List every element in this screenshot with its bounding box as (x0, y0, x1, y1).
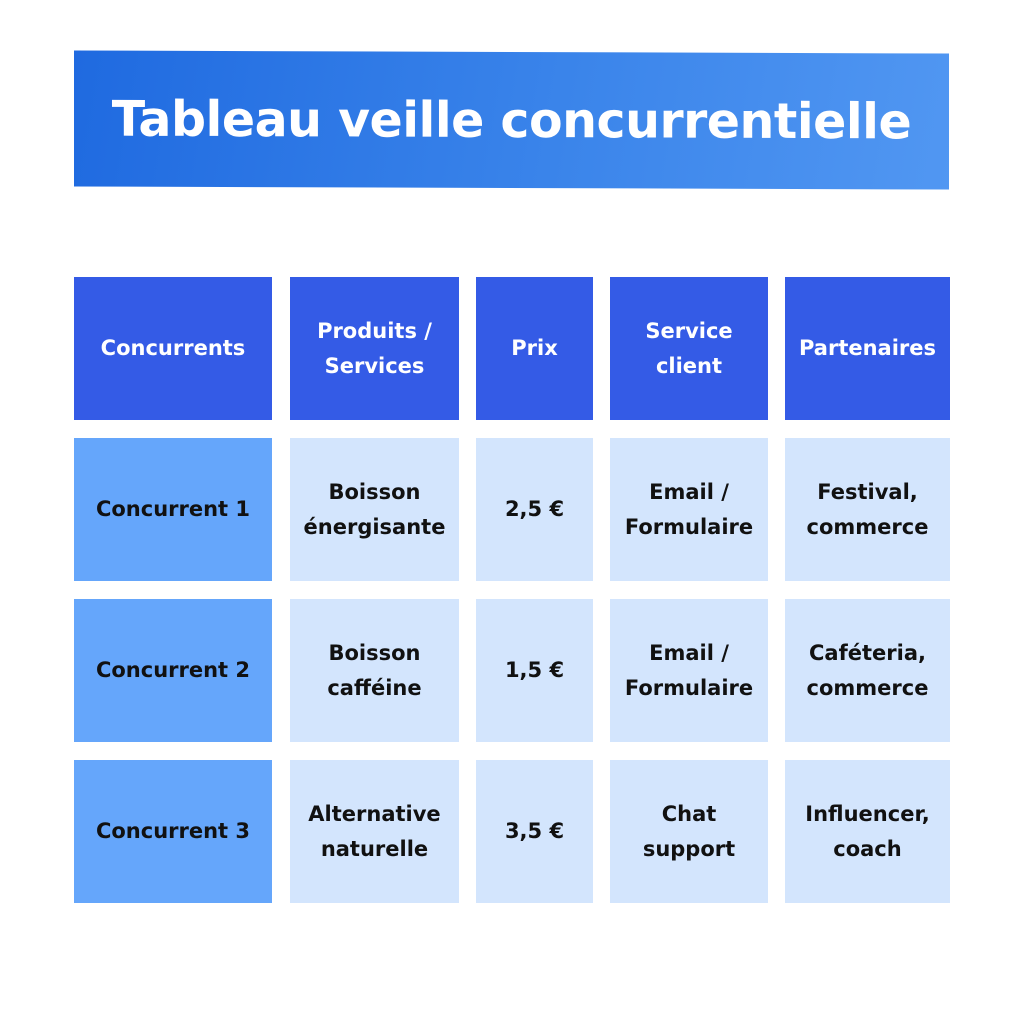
row-3-service: Chat support (610, 760, 768, 903)
header-label: Service client (645, 318, 733, 378)
row-2-partners: Caféteria, commerce (785, 599, 950, 742)
header-concurrents: Concurrents (74, 277, 272, 420)
row-1-competitor: Concurrent 1 (74, 438, 272, 581)
header-service-client: Service client (610, 277, 768, 420)
header-prix: Prix (476, 277, 593, 420)
header-partenaires: Partenaires (785, 277, 950, 420)
header-produits: Produits / Services (290, 277, 459, 420)
row-1-partners: Festival, commerce (785, 438, 950, 581)
row-3-competitor: Concurrent 3 (74, 760, 272, 903)
cell-text: 2,5 € (504, 497, 565, 521)
header-label: Partenaires (798, 336, 937, 360)
header-label: Produits / Services (317, 318, 432, 378)
row-2-competitor: Concurrent 2 (74, 599, 272, 742)
title-banner: Tableau veille concurrentielle (74, 50, 949, 190)
row-3-product: Alternative naturelle (290, 760, 459, 903)
cell-text: 1,5 € (504, 658, 565, 682)
header-label: Prix (511, 336, 558, 360)
row-3-partners: Influencer, coach (785, 760, 950, 903)
cell-text: Email / Formulaire (624, 479, 754, 539)
row-2-product: Boisson cafféine (290, 599, 459, 742)
cell-text: Boisson cafféine (327, 640, 422, 700)
cell-text: Influencer, coach (805, 801, 930, 861)
cell-text: Caféteria, commerce (806, 640, 929, 700)
row-1-service: Email / Formulaire (610, 438, 768, 581)
cell-text: Concurrent 3 (95, 819, 251, 843)
cell-text: 3,5 € (504, 819, 565, 843)
header-label: Concurrents (100, 336, 246, 360)
page-title: Tableau veille concurrentielle (111, 90, 912, 150)
cell-text: Chat support (642, 801, 736, 861)
row-3-price: 3,5 € (476, 760, 593, 903)
row-1-price: 2,5 € (476, 438, 593, 581)
cell-text: Concurrent 1 (95, 497, 251, 521)
cell-text: Alternative naturelle (308, 801, 441, 861)
cell-text: Concurrent 2 (95, 658, 251, 682)
cell-text: Boisson énergisante (303, 479, 446, 539)
cell-text: Email / Formulaire (624, 640, 754, 700)
cell-text: Festival, commerce (806, 479, 929, 539)
row-1-product: Boisson énergisante (290, 438, 459, 581)
row-2-price: 1,5 € (476, 599, 593, 742)
row-2-service: Email / Formulaire (610, 599, 768, 742)
